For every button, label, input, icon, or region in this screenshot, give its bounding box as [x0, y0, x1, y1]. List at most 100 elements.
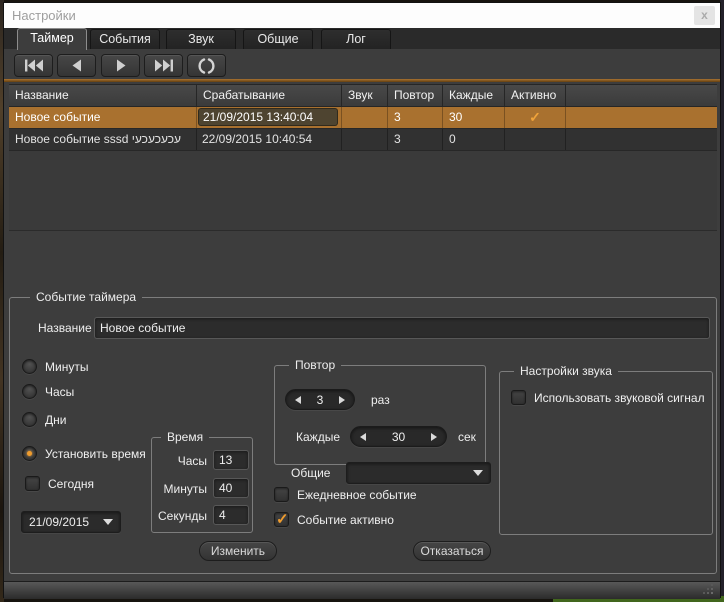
- daily-event-label: Ежедневное событие: [297, 488, 417, 502]
- skip-first-button[interactable]: [14, 54, 53, 77]
- decrement-icon[interactable]: [295, 396, 301, 404]
- column-header-repeat[interactable]: Повтор: [388, 85, 443, 106]
- general-label: Общие: [291, 466, 330, 480]
- column-header-extra[interactable]: [566, 85, 717, 106]
- hours-label: Часы: [152, 454, 207, 468]
- every-label: Каждые: [296, 430, 340, 444]
- play-icon: [116, 59, 126, 72]
- cell-extra: [566, 107, 717, 128]
- today-label: Сегодня: [48, 477, 94, 491]
- every-spinner[interactable]: 30: [350, 426, 447, 447]
- today-checkbox[interactable]: Сегодня: [25, 476, 94, 491]
- tab-label: Таймер: [30, 31, 74, 45]
- step-backward-icon: [72, 59, 82, 72]
- name-label: Название: [38, 321, 92, 335]
- seconds-label: Секунды: [152, 509, 207, 523]
- time-group: Время Часы Минуты Секунды: [151, 437, 253, 533]
- tab-log[interactable]: Лог: [321, 29, 391, 49]
- every-value: 30: [392, 430, 405, 444]
- date-select[interactable]: 21/09/2015: [21, 511, 121, 533]
- mode-days-radio[interactable]: Дни: [22, 412, 66, 427]
- general-select[interactable]: [346, 462, 491, 484]
- settings-window: Настройки x Таймер События Звук Общие Ло…: [3, 2, 721, 598]
- cancel-button[interactable]: Отказаться: [413, 541, 491, 561]
- increment-icon[interactable]: [431, 433, 437, 441]
- event-active-label: Событие активно: [297, 513, 394, 527]
- cell-active: [505, 129, 566, 150]
- chevron-down-icon: [473, 470, 483, 476]
- status-bar: [4, 581, 720, 599]
- table-row[interactable]: Новое событие 21/09/2015 13:40:04 3 30: [9, 107, 717, 129]
- use-sound-label: Использовать звуковой сигнал: [534, 391, 705, 405]
- tab-label: События: [99, 32, 151, 46]
- mode-set-time-radio[interactable]: Установить время: [22, 446, 146, 461]
- check-icon: [505, 107, 565, 128]
- step-backward-button[interactable]: [57, 54, 96, 77]
- column-header-trigger[interactable]: Срабатывание: [197, 85, 342, 106]
- repeat-count-value: 3: [317, 393, 324, 407]
- column-header-every[interactable]: Каждые: [443, 85, 505, 106]
- seconds-input[interactable]: [213, 505, 249, 525]
- skip-forward-icon: [154, 59, 174, 72]
- date-value: 21/09/2015: [29, 515, 89, 529]
- column-header-name[interactable]: Название: [9, 85, 197, 106]
- tab-timer[interactable]: Таймер: [17, 28, 87, 50]
- checkbox-icon: [274, 487, 289, 502]
- minutes-input[interactable]: [213, 478, 249, 498]
- increment-icon[interactable]: [339, 396, 345, 404]
- events-table: Название Срабатывание Звук Повтор Каждые…: [9, 84, 717, 231]
- tab-label: Общие: [257, 32, 298, 46]
- play-button[interactable]: [101, 54, 140, 77]
- repeat-unit-label: раз: [371, 393, 390, 407]
- cell-trigger: 22/09/2015 10:40:54: [197, 129, 342, 150]
- radio-icon: [22, 359, 37, 374]
- checkbox-icon: [274, 512, 289, 527]
- cell-repeat: 3: [388, 129, 443, 150]
- accent-separator: [4, 79, 720, 82]
- repeat-icon: [198, 58, 215, 74]
- checkbox-icon: [25, 476, 40, 491]
- column-header-sound[interactable]: Звук: [342, 85, 388, 106]
- mode-minutes-radio[interactable]: Минуты: [22, 359, 88, 374]
- cell-every: 0: [443, 129, 505, 150]
- tab-bar: Таймер События Звук Общие Лог: [4, 28, 720, 49]
- tab-sound[interactable]: Звук: [166, 29, 236, 49]
- table-row[interactable]: Новое событие sssd עכעכעכעי 22/09/2015 1…: [9, 129, 717, 151]
- event-active-checkbox[interactable]: Событие активно: [274, 512, 394, 527]
- tab-events[interactable]: События: [90, 29, 160, 49]
- edit-button[interactable]: Изменить: [199, 541, 277, 561]
- skip-forward-button[interactable]: [144, 54, 183, 77]
- titlebar[interactable]: Настройки x: [4, 3, 720, 28]
- mode-label: Установить время: [45, 447, 146, 461]
- cell-trigger: 21/09/2015 13:40:04: [197, 107, 342, 128]
- tab-general[interactable]: Общие: [243, 29, 313, 49]
- hours-input[interactable]: [213, 450, 249, 470]
- daily-event-checkbox[interactable]: Ежедневное событие: [274, 487, 417, 502]
- cell-active: [505, 107, 566, 128]
- radio-icon: [22, 384, 37, 399]
- tab-label: Звук: [188, 32, 214, 46]
- cell-extra: [566, 129, 717, 150]
- use-sound-checkbox[interactable]: Использовать звуковой сигнал: [511, 390, 705, 405]
- mode-label: Часы: [45, 385, 74, 399]
- checkbox-icon: [511, 390, 526, 405]
- time-group-title: Время: [161, 430, 209, 445]
- skip-first-icon: [24, 59, 44, 72]
- window-title: Настройки: [12, 3, 76, 28]
- column-header-active[interactable]: Активно: [505, 85, 566, 106]
- decrement-icon[interactable]: [360, 433, 366, 441]
- event-name-input[interactable]: [94, 317, 710, 339]
- cell-repeat: 3: [388, 107, 443, 128]
- repeat-button[interactable]: [187, 54, 226, 77]
- mode-hours-radio[interactable]: Часы: [22, 384, 74, 399]
- toolbar: Все Активные Неактивные: [4, 49, 720, 79]
- chevron-down-icon: [103, 519, 113, 525]
- repeat-count-spinner[interactable]: 3: [285, 389, 355, 410]
- timer-event-group: Событие таймера Название Минуты Часы Дни…: [9, 297, 717, 574]
- table-header: Название Срабатывание Звук Повтор Каждые…: [9, 85, 717, 107]
- cell-name: Новое событие sssd עכעכעכעי: [9, 129, 197, 150]
- resize-grip-icon[interactable]: [711, 592, 713, 594]
- close-button[interactable]: x: [694, 6, 715, 25]
- mode-label: Дни: [45, 413, 66, 427]
- focused-cell: 21/09/2015 13:40:04: [198, 108, 338, 126]
